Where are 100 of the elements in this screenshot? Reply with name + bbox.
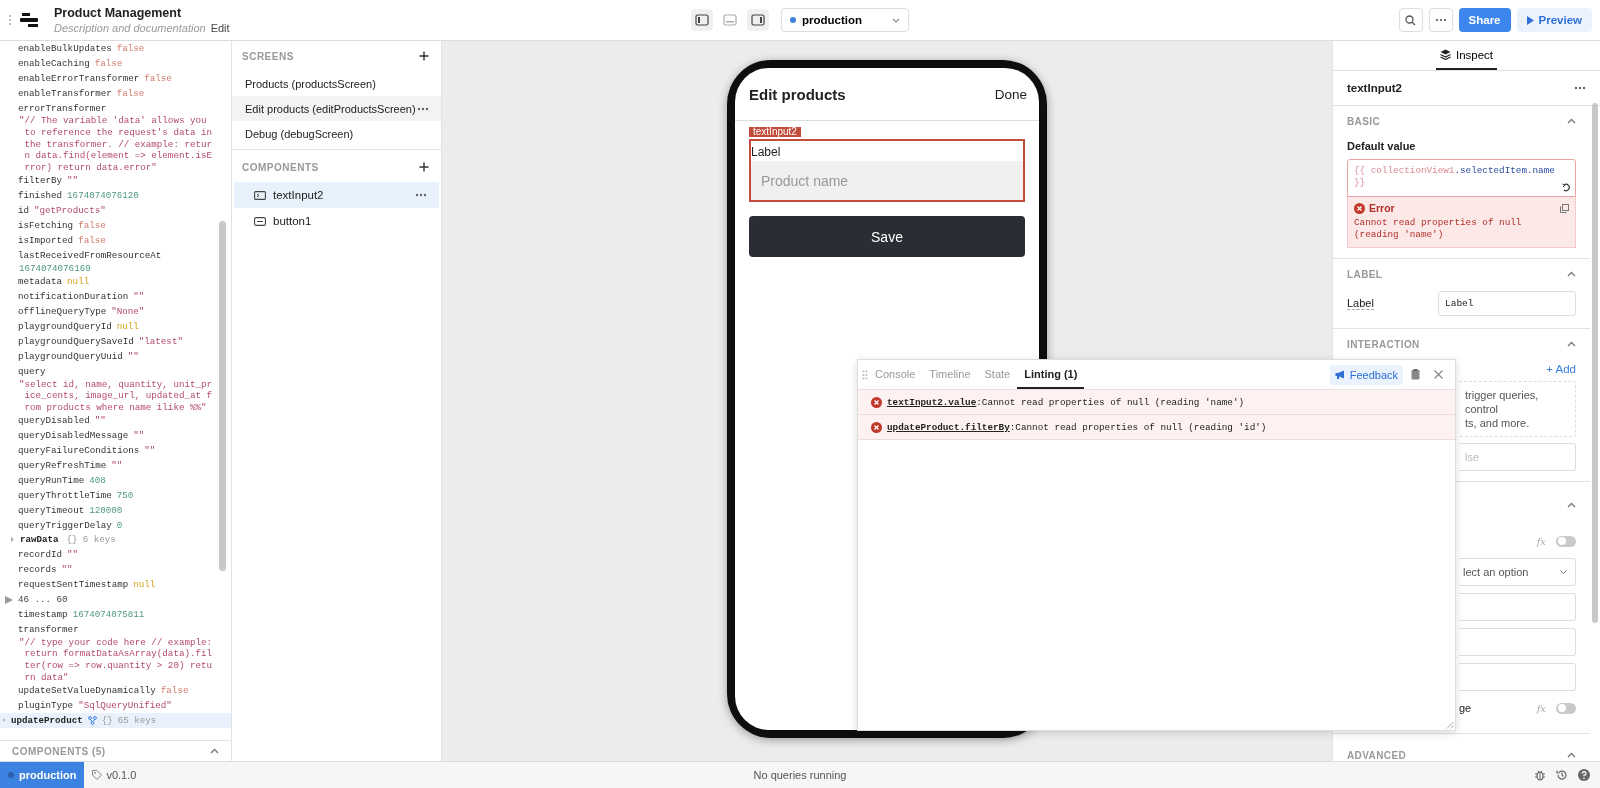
error-source-link[interactable]: updateProduct.filterBy bbox=[887, 421, 1010, 433]
select-dropdown[interactable]: lect an option bbox=[1459, 558, 1576, 586]
input-field[interactable] bbox=[1459, 593, 1576, 621]
add-link[interactable]: + Add bbox=[1546, 363, 1576, 375]
chevron-up-icon[interactable] bbox=[1567, 752, 1576, 758]
help-icon[interactable] bbox=[1578, 769, 1590, 781]
done-link[interactable]: Done bbox=[994, 86, 1027, 102]
save-button[interactable]: Save bbox=[749, 216, 1025, 257]
screen-item[interactable]: Debug (debugScreen) bbox=[232, 121, 441, 146]
logo-icon[interactable] bbox=[20, 13, 38, 27]
environment-dropdown[interactable]: production bbox=[780, 8, 909, 32]
more-icon[interactable] bbox=[1574, 86, 1586, 90]
chevron-up-icon[interactable] bbox=[1567, 271, 1576, 277]
property-value: "// type your code here // example: return formatDataAsArray(data).filter(row => row.quantity > 20) return data" bbox=[18, 636, 213, 684]
event-handler-hint[interactable]: trigger queries, control ts, and more. bbox=[1459, 381, 1576, 437]
property-value: "" bbox=[133, 430, 145, 442]
key-count: 65 keys bbox=[117, 714, 157, 726]
property-value: "SqlQueryUnified" bbox=[78, 699, 172, 711]
component-item[interactable]: textInput2 bbox=[234, 182, 439, 208]
property-value: 1674074076169 bbox=[18, 262, 92, 275]
add-icon[interactable] bbox=[419, 162, 429, 172]
tree-item[interactable]: updateProduct {} 65 keys bbox=[0, 712, 231, 728]
property-key[interactable]: rawData bbox=[20, 534, 59, 546]
add-icon[interactable] bbox=[419, 51, 429, 61]
error-icon bbox=[871, 396, 882, 408]
range-label[interactable]: 46 ... 60 bbox=[18, 594, 68, 605]
property-key: queryDisabled bbox=[18, 415, 90, 427]
property-value: "getProducts" bbox=[34, 205, 106, 217]
inspect-tab[interactable]: Inspect bbox=[1435, 41, 1498, 70]
panel-layout-icon bbox=[694, 14, 709, 26]
property-key: enableBulkUpdates bbox=[18, 42, 112, 54]
layers-icon bbox=[1439, 49, 1451, 60]
search-button[interactable] bbox=[1398, 8, 1423, 32]
chevron-up-icon[interactable] bbox=[1567, 341, 1576, 347]
property-value: 1674074075811 bbox=[72, 608, 145, 620]
edit-link[interactable]: Edit bbox=[210, 22, 230, 34]
property-key: recordId bbox=[18, 549, 63, 561]
component-name: button1 bbox=[273, 215, 313, 227]
clipboard-icon[interactable] bbox=[1411, 369, 1420, 380]
property-key: playgroundQueryId bbox=[18, 320, 112, 332]
property-value: 408 bbox=[89, 474, 106, 486]
error-source-link[interactable]: textInput2.value bbox=[887, 396, 977, 408]
component-item[interactable]: button1 bbox=[234, 208, 439, 234]
panel-toggle-button[interactable] bbox=[746, 9, 769, 31]
caret-icon[interactable] bbox=[10, 537, 15, 543]
chevron-up-icon[interactable] bbox=[1567, 502, 1576, 508]
property-key: lastReceivedFromResourceAt bbox=[18, 249, 162, 261]
code-field[interactable]: {{ collectionView1.selectedItem.name }} bbox=[1347, 159, 1576, 197]
property-key: finished bbox=[18, 190, 63, 202]
label-input[interactable]: Label bbox=[1438, 291, 1576, 316]
more-icon bbox=[1434, 18, 1447, 22]
selected-component-outline[interactable]: Label Product name bbox=[749, 139, 1025, 202]
lint-error-message: updateProduct.filterBy:Cannot read properties of null (reading 'id') bbox=[887, 421, 1267, 433]
property-value: "" bbox=[144, 445, 156, 457]
section-heading: COMPONENTS (5) bbox=[12, 745, 106, 757]
input-field[interactable] bbox=[1459, 663, 1576, 691]
property-key: requestSentTimestamp bbox=[18, 579, 129, 591]
scrollbar[interactable] bbox=[1592, 103, 1598, 623]
property-key: playgroundQuerySaveId bbox=[18, 335, 134, 347]
expand-icon[interactable] bbox=[5, 595, 13, 604]
component-name: textInput2 bbox=[1347, 82, 1402, 94]
property-value: "" bbox=[67, 175, 79, 187]
section-heading: INTERACTION bbox=[1347, 338, 1420, 350]
share-button[interactable]: Share bbox=[1458, 8, 1511, 32]
chevron-up-icon[interactable] bbox=[210, 748, 219, 754]
input-field[interactable] bbox=[1459, 628, 1576, 656]
more-icon[interactable] bbox=[417, 106, 429, 111]
drag-handle-icon[interactable] bbox=[8, 14, 12, 26]
property-key: metadata bbox=[18, 276, 63, 288]
drag-handle-icon[interactable] bbox=[862, 369, 868, 380]
copy-icon[interactable] bbox=[1560, 203, 1569, 213]
more-icon[interactable] bbox=[415, 193, 427, 197]
close-icon[interactable] bbox=[1434, 370, 1443, 379]
chevron-down-icon bbox=[892, 17, 900, 23]
panel-toggle-button[interactable] bbox=[690, 9, 713, 31]
preview-button[interactable]: Preview bbox=[1516, 8, 1592, 32]
history-icon[interactable] bbox=[1556, 769, 1568, 781]
resize-handle-icon[interactable] bbox=[1446, 721, 1454, 729]
bug-icon[interactable] bbox=[1534, 769, 1546, 781]
property-key: queryRefreshTime bbox=[18, 460, 107, 471]
screen-item[interactable]: Products (productsScreen) bbox=[232, 71, 441, 96]
chevron-up-icon[interactable] bbox=[1567, 118, 1576, 124]
property-key: playgroundQueryUuid bbox=[18, 350, 123, 362]
toggle-switch[interactable] bbox=[1556, 702, 1576, 714]
property-key: updateProduct bbox=[11, 714, 83, 726]
toggle-switch[interactable] bbox=[1556, 535, 1576, 547]
environment-badge[interactable]: production bbox=[0, 762, 85, 788]
screen-item[interactable]: Edit products (editProductsScreen) bbox=[232, 96, 441, 121]
property-value: false bbox=[160, 685, 189, 697]
format-icon[interactable] bbox=[1562, 183, 1571, 192]
component-tag: textInput2 bbox=[749, 127, 801, 137]
property-key: enableErrorTransformer bbox=[18, 72, 140, 84]
error-message: Cannot read properties of null (reading 'name') bbox=[1354, 217, 1523, 241]
property-value: false bbox=[116, 87, 145, 99]
feedback-button[interactable]: Feedback bbox=[1329, 364, 1403, 385]
scrollbar[interactable] bbox=[219, 221, 226, 571]
version-label[interactable]: v0.1.0 bbox=[106, 769, 137, 781]
property-key: notificationDuration bbox=[18, 291, 129, 303]
property-value: "" bbox=[111, 460, 123, 471]
property-key: errorTransformer bbox=[18, 102, 107, 114]
